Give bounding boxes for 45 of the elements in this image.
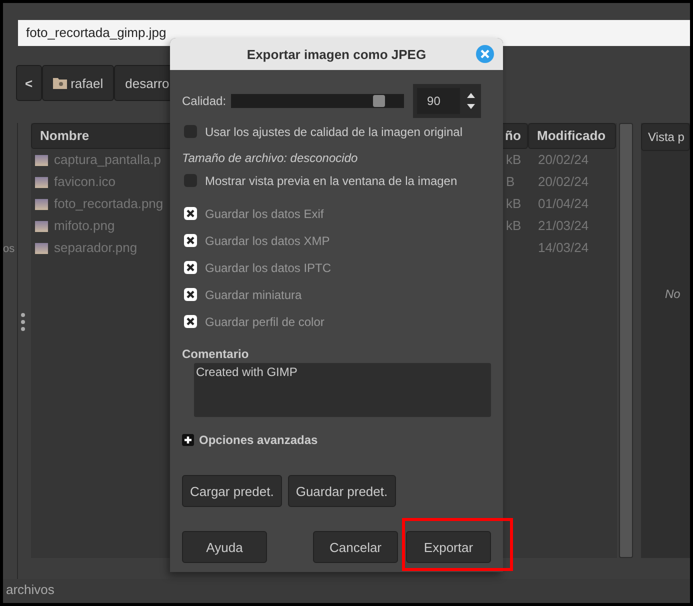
up-arrow-icon[interactable] bbox=[467, 93, 476, 98]
folder-icon bbox=[52, 77, 67, 89]
path-button[interactable]: rafael bbox=[42, 65, 114, 101]
quality-spinbox[interactable]: 90 bbox=[417, 88, 460, 114]
checkbox[interactable] bbox=[184, 174, 197, 187]
sidebar-item[interactable]: os bbox=[3, 243, 17, 255]
comment-label: Comentario bbox=[182, 347, 250, 361]
down-arrow-icon[interactable] bbox=[467, 104, 476, 109]
quality-label: Calidad: bbox=[182, 94, 226, 108]
file-size-note: Tamaño de archivo: desconocido bbox=[182, 150, 359, 167]
file-size: kB bbox=[506, 218, 522, 233]
image-file-icon bbox=[35, 242, 48, 254]
export-button[interactable]: Exportar bbox=[406, 531, 491, 563]
file-size: kB bbox=[506, 196, 522, 211]
file-date: 20/02/24 bbox=[538, 174, 589, 189]
file-size: kB bbox=[506, 152, 522, 167]
preset-button[interactable]: Guardar predet. bbox=[288, 475, 396, 507]
checkbox-label[interactable]: Usar los ajustes de calidad de la imagen original bbox=[205, 124, 462, 138]
image-file-icon bbox=[35, 176, 48, 188]
image-file-icon bbox=[35, 220, 48, 232]
comment-field[interactable]: Created with GIMP bbox=[194, 363, 491, 417]
file-size: B bbox=[506, 174, 515, 189]
expander-label[interactable]: Opciones avanzadas bbox=[199, 433, 318, 447]
close-icon[interactable] bbox=[476, 45, 494, 63]
checkbox-label[interactable]: Mostrar vista previa en la ventana de la imagen bbox=[205, 174, 458, 188]
back-button[interactable]: < bbox=[16, 65, 42, 101]
quality-slider[interactable] bbox=[231, 94, 404, 108]
file-date: 20/02/24 bbox=[538, 152, 589, 167]
image-file-icon bbox=[35, 154, 48, 166]
column-header[interactable]: Modificado bbox=[528, 123, 616, 149]
pane-handle-icon[interactable] bbox=[21, 313, 25, 331]
preset-button[interactable]: Cargar predet. bbox=[182, 475, 282, 507]
image-file-icon bbox=[35, 198, 48, 210]
expander-icon[interactable] bbox=[182, 434, 194, 446]
dialog-title: Exportar imagen como JPEG bbox=[246, 46, 426, 62]
file-date: 01/04/24 bbox=[538, 196, 589, 211]
checkbox[interactable] bbox=[184, 125, 197, 138]
help-button[interactable]: Ayuda bbox=[182, 531, 267, 563]
scrollbar[interactable] bbox=[619, 123, 633, 558]
cancel-button[interactable]: Cancelar bbox=[313, 531, 398, 563]
preview-header: Vista p bbox=[641, 123, 690, 151]
slider-thumb[interactable] bbox=[372, 95, 385, 107]
preview-message: No bbox=[665, 287, 680, 301]
file-date: 14/03/24 bbox=[538, 240, 589, 255]
file-date: 21/03/24 bbox=[538, 218, 589, 233]
